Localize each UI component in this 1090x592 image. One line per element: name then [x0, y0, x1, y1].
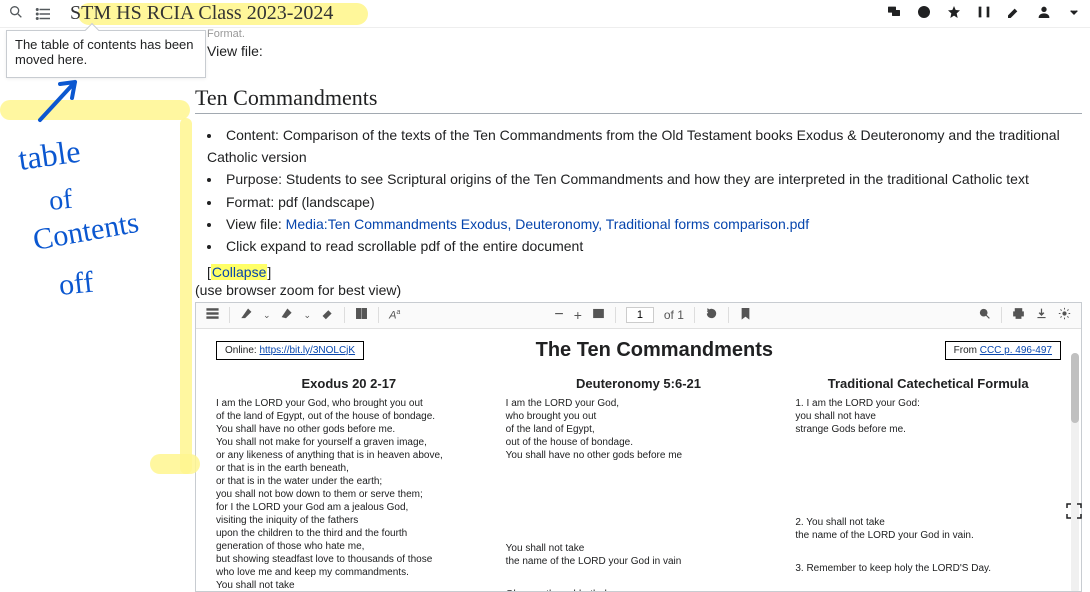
- list-item: Content: Comparison of the texts of the …: [207, 124, 1082, 169]
- section-heading-row: Ten Commandments [ edit | edit source ]: [195, 85, 1082, 114]
- zoom-out-icon[interactable]: −: [554, 306, 563, 324]
- page-title: STM HS RCIA Class 2023-2024: [70, 2, 333, 25]
- highlighter-icon[interactable]: [240, 307, 253, 323]
- svg-text:of: of: [47, 184, 74, 217]
- page-input[interactable]: [626, 307, 654, 323]
- page-total: of 1: [664, 308, 684, 322]
- pdf-toolbar: ⌄ ⌄ Aa − + of 1: [196, 303, 1081, 329]
- highlight-bar: [150, 454, 200, 474]
- fullscreen-icon[interactable]: [1066, 503, 1082, 519]
- brackets-icon[interactable]: [976, 4, 992, 23]
- column-deuteronomy: Deuteronomy 5:6-21 I am the LORD your Go…: [506, 376, 772, 591]
- pdf-viewer: ⌄ ⌄ Aa − + of 1: [195, 302, 1082, 592]
- toc-icon[interactable]: [206, 307, 219, 323]
- print-icon[interactable]: [1012, 307, 1025, 323]
- pdf-page: Online: https://bit.ly/3NOLCjK The Ten C…: [196, 329, 1081, 591]
- star-icon[interactable]: [946, 4, 962, 23]
- highlight-bar: [180, 118, 192, 474]
- zoom-note: (use browser zoom for best view): [195, 282, 1082, 298]
- eraser-icon[interactable]: [321, 307, 334, 323]
- column-traditional: Traditional Catechetical Formula 1. I am…: [795, 376, 1061, 591]
- user-icon[interactable]: [1036, 4, 1052, 23]
- toc-toggle-icon[interactable]: [34, 4, 54, 24]
- prev-viewfile-label: View file:: [207, 43, 263, 59]
- online-box: Online: https://bit.ly/3NOLCjK: [216, 341, 364, 360]
- topbar: STM HS RCIA Class 2023-2024: [0, 0, 1090, 28]
- settings-icon[interactable]: [1058, 307, 1071, 323]
- chevron-down-icon[interactable]: [1066, 4, 1082, 23]
- handwriting-annotation: table of Contents off: [10, 130, 190, 330]
- history-icon[interactable]: [916, 4, 932, 23]
- chevron-down-icon[interactable]: ⌄: [263, 310, 271, 321]
- fit-icon[interactable]: [592, 307, 605, 323]
- collapse-toggle[interactable]: [Collapse]: [207, 264, 1082, 280]
- svg-text:table: table: [16, 133, 83, 177]
- download-icon[interactable]: [1035, 307, 1048, 323]
- chevron-down-icon[interactable]: ⌄: [304, 310, 312, 321]
- scrollbar[interactable]: [1071, 353, 1079, 591]
- list-item: Click expand to read scrollable pdf of t…: [207, 235, 1082, 257]
- rotate-icon[interactable]: [705, 307, 718, 323]
- pdf-title: The Ten Commandments: [536, 339, 773, 362]
- zoom-in-icon[interactable]: +: [574, 307, 582, 323]
- bookmark-icon[interactable]: [739, 307, 752, 323]
- toc-moved-tooltip: The table of contents has been moved her…: [6, 30, 206, 78]
- tooltip-text: The table of contents has been moved her…: [15, 37, 194, 67]
- svg-text:Contents: Contents: [30, 206, 141, 257]
- edit-icon[interactable]: [1006, 4, 1022, 23]
- search-icon[interactable]: [978, 307, 991, 323]
- online-link[interactable]: https://bit.ly/3NOLCjK: [259, 345, 355, 356]
- list-item: Format: pdf (landscape): [207, 191, 1082, 213]
- bullet-list: Content: Comparison of the texts of the …: [207, 124, 1082, 258]
- from-box: From CCC p. 496-497: [945, 341, 1061, 360]
- page-view-icon[interactable]: [355, 307, 368, 323]
- section-heading: Ten Commandments [ edit | edit source ]: [195, 85, 1082, 114]
- list-item: View file: Media:Ten Commandments Exodus…: [207, 213, 1082, 235]
- highlighter2-icon[interactable]: [281, 307, 294, 323]
- search-icon[interactable]: [8, 4, 24, 23]
- media-link[interactable]: Media:Ten Commandments Exodus, Deuterono…: [286, 216, 809, 232]
- list-item: Purpose: Students to see Scriptural orig…: [207, 168, 1082, 190]
- ccc-link[interactable]: CCC p. 496-497: [980, 345, 1052, 356]
- svg-text:off: off: [57, 266, 95, 302]
- prev-format-label: Format.: [207, 28, 245, 40]
- content-area: Format. View file: Ten Commandments [ ed…: [195, 28, 1090, 525]
- discussion-icon[interactable]: [886, 4, 902, 23]
- text-size-icon[interactable]: Aa: [389, 309, 400, 322]
- column-exodus: Exodus 20 2-17 I am the LORD your God, w…: [216, 376, 482, 591]
- highlight-bar: [0, 100, 190, 120]
